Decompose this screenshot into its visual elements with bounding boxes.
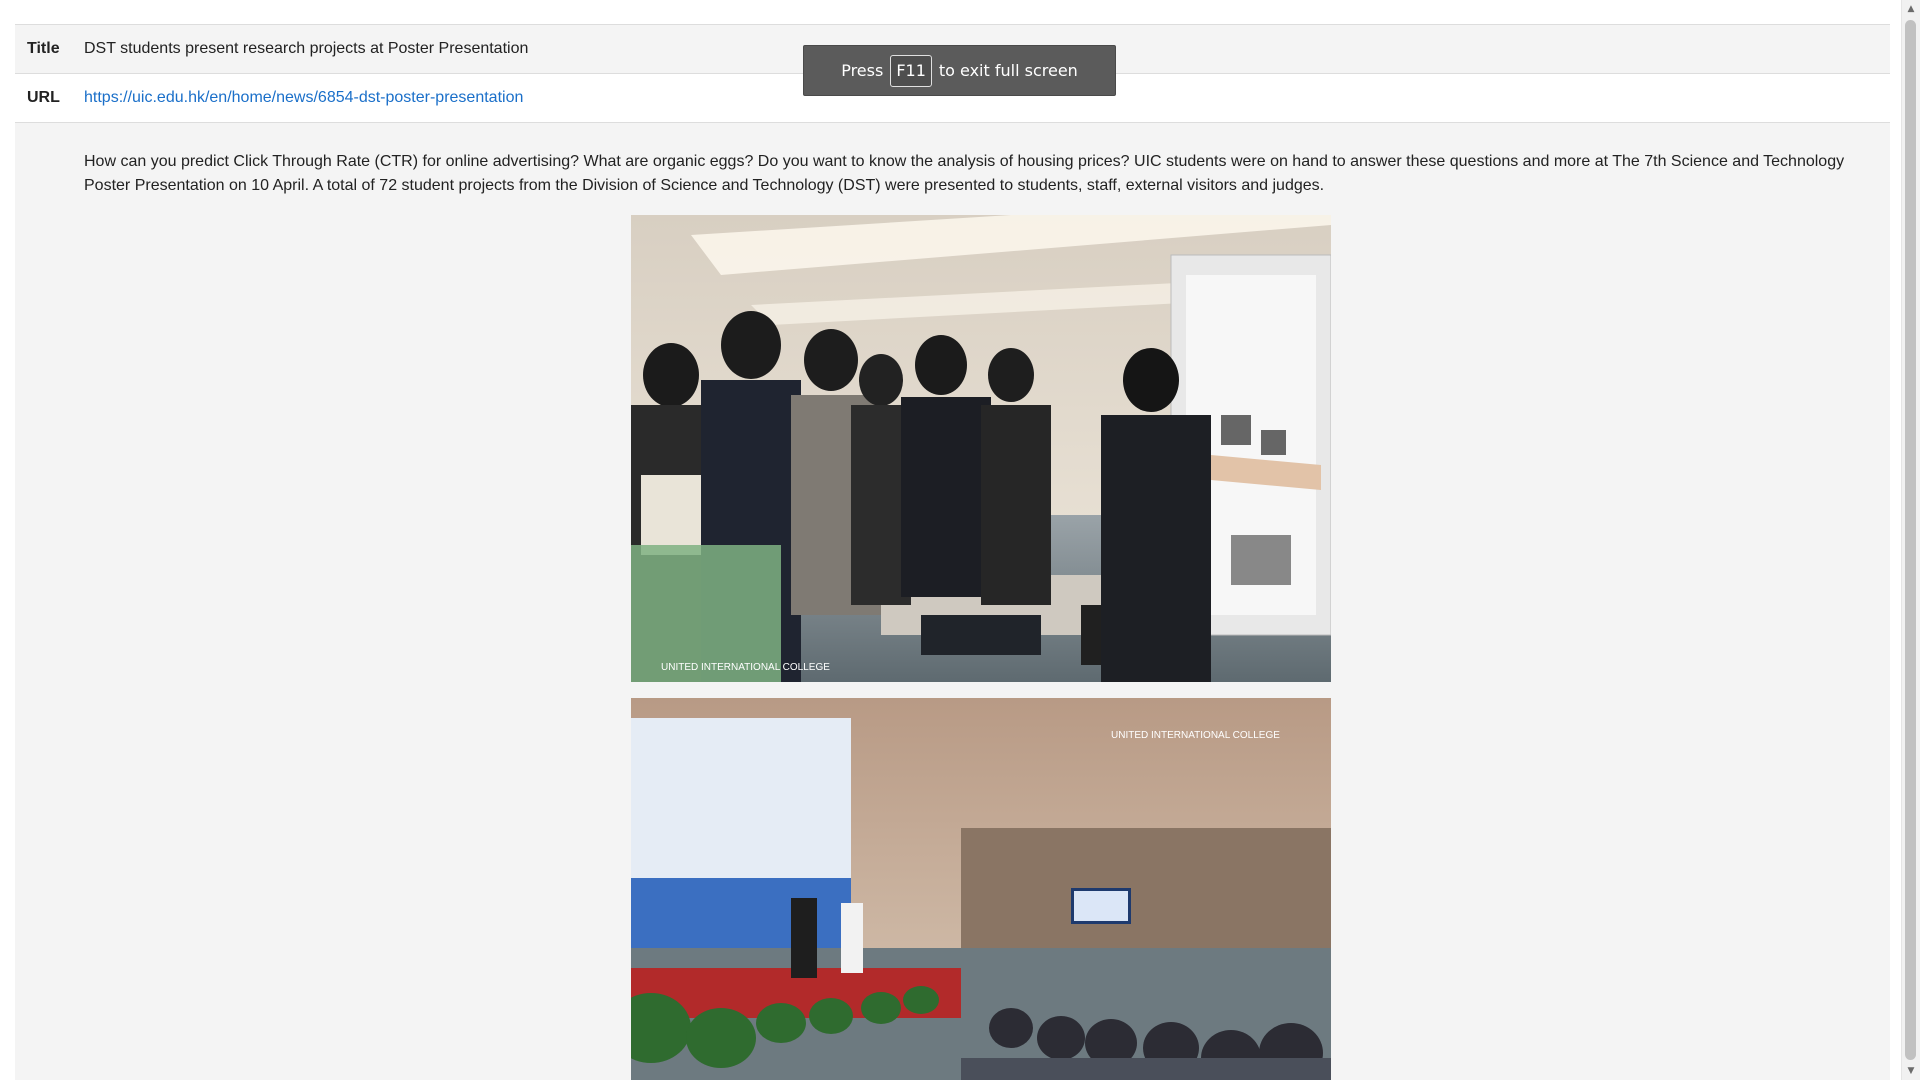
vertical-scrollbar[interactable]: ▲ ▼ [1901, 0, 1920, 1080]
toast-suffix: to exit full screen [938, 61, 1078, 80]
fullscreen-exit-toast: Press F11 to exit full screen [803, 45, 1116, 96]
url-link[interactable]: https://uic.edu.hk/en/home/news/6854-dst… [84, 89, 523, 106]
page: Title DST students present research proj… [0, 0, 1902, 1080]
f11-key: F11 [890, 54, 932, 87]
toast-prefix: Press [841, 61, 884, 80]
article-content: How can you predict Click Through Rate (… [15, 123, 1890, 1080]
svg-text:UNITED INTERNATIONAL COLLEGE: UNITED INTERNATIONAL COLLEGE [1111, 730, 1280, 741]
svg-text:UNITED INTERNATIONAL COLLEGE: UNITED INTERNATIONAL COLLEGE [661, 662, 830, 673]
triangle-up-icon[interactable]: ▲ [1902, 0, 1920, 18]
triangle-down-icon[interactable]: ▼ [1902, 1062, 1920, 1080]
article-photo-1: UNITED INTERNATIONAL COLLEGE [631, 215, 1331, 682]
article-paragraph: How can you predict Click Through Rate (… [84, 153, 1845, 194]
url-label: URL [15, 73, 84, 123]
article-photo-2: UNITED INTERNATIONAL COLLEGE [631, 698, 1331, 1080]
presentation-hall-photo: UNITED INTERNATIONAL COLLEGE [631, 698, 1331, 1080]
title-label: Title [15, 24, 84, 74]
scrollbar-thumb[interactable] [1905, 20, 1916, 1060]
poster-booth-photo: UNITED INTERNATIONAL COLLEGE [631, 215, 1331, 682]
